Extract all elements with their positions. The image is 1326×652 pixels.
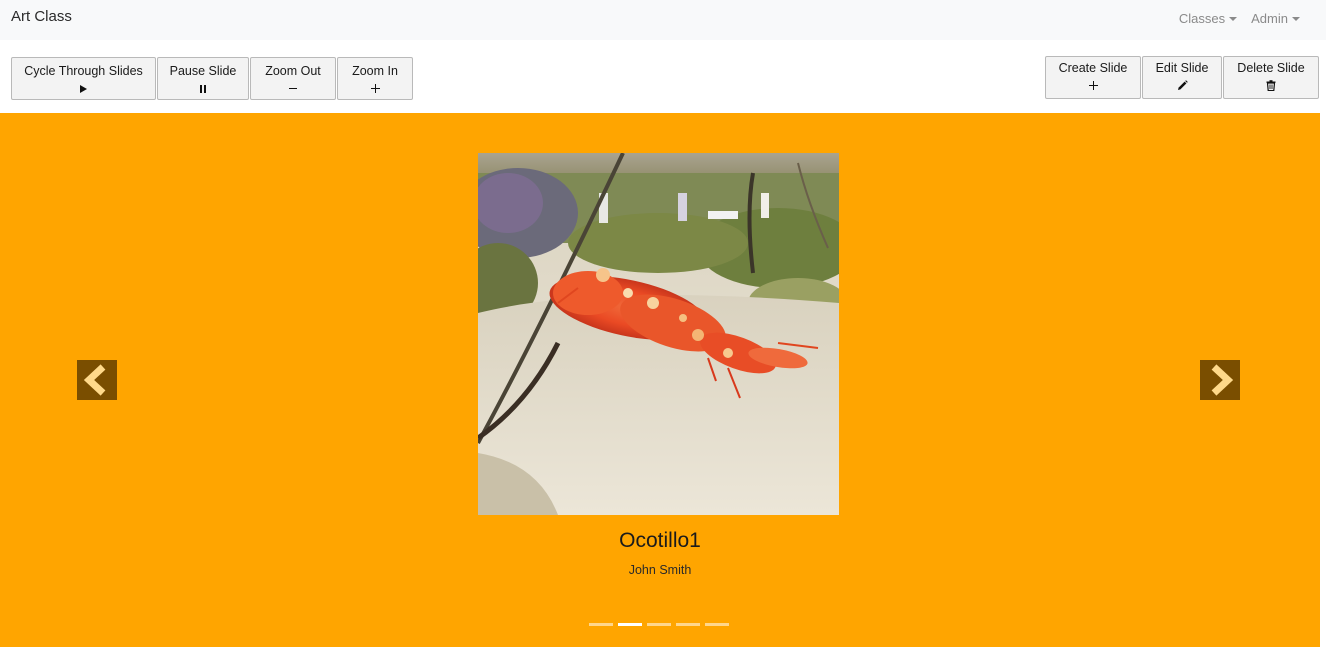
- zoom-out-label: Zoom Out: [265, 64, 321, 78]
- chevron-left-icon: [83, 364, 106, 396]
- classes-dropdown[interactable]: Classes: [1178, 11, 1238, 26]
- delete-slide-button[interactable]: Delete Slide: [1223, 56, 1319, 99]
- caret-down-icon: [1229, 17, 1238, 21]
- carousel-indicators: [589, 623, 729, 626]
- trash-icon: [1266, 80, 1276, 91]
- slide-author: John Smith: [628, 563, 692, 577]
- plus-icon: [370, 83, 380, 94]
- carousel-indicator[interactable]: [589, 623, 613, 626]
- caret-down-icon: [1292, 17, 1300, 21]
- pause-icon: [200, 83, 206, 94]
- nav-menus: Classes Admin: [1179, 11, 1300, 26]
- previous-slide-button[interactable]: [77, 360, 117, 400]
- delete-slide-label: Delete Slide: [1237, 61, 1305, 75]
- edit-slide-label: Edit Slide: [1155, 61, 1209, 75]
- pencil-icon: [1177, 80, 1188, 91]
- zoom-in-label: Zoom In: [352, 64, 398, 78]
- slide-image: [478, 153, 839, 515]
- carousel-indicator[interactable]: [647, 623, 671, 626]
- create-slide-button[interactable]: Create Slide: [1045, 56, 1141, 99]
- play-icon: [80, 83, 87, 94]
- create-slide-label: Create Slide: [1058, 61, 1128, 75]
- pause-slide-label: Pause Slide: [169, 64, 237, 78]
- zoom-out-button[interactable]: Zoom Out: [250, 57, 336, 100]
- ocotillo-photo: [478, 153, 839, 515]
- next-slide-button[interactable]: [1200, 360, 1240, 400]
- plus-icon: [1088, 80, 1098, 91]
- zoom-in-button[interactable]: Zoom In: [337, 57, 413, 100]
- brand-title[interactable]: Art Class: [11, 8, 72, 25]
- carousel-indicator[interactable]: [676, 623, 700, 626]
- admin-dropdown-label: Admin: [1251, 11, 1288, 26]
- cycle-slides-button[interactable]: Cycle Through Slides: [11, 57, 156, 100]
- carousel-indicator[interactable]: [618, 623, 642, 626]
- carousel-indicator[interactable]: [705, 623, 729, 626]
- minus-icon: [289, 83, 297, 94]
- slide-title: Ocotillo1: [619, 529, 701, 552]
- cycle-slides-label: Cycle Through Slides: [24, 64, 143, 78]
- classes-dropdown-label: Classes: [1178, 11, 1226, 26]
- slide-carousel: Ocotillo1 John Smith: [0, 113, 1320, 647]
- edit-slide-button[interactable]: Edit Slide: [1142, 56, 1222, 99]
- slide-toolbar: Cycle Through Slides Pause Slide Zoom Ou…: [0, 40, 1326, 113]
- admin-dropdown[interactable]: Admin: [1251, 11, 1300, 26]
- pause-slide-button[interactable]: Pause Slide: [157, 57, 249, 100]
- chevron-right-icon: [1211, 364, 1234, 396]
- top-navbar: Art Class Classes Admin: [0, 0, 1326, 40]
